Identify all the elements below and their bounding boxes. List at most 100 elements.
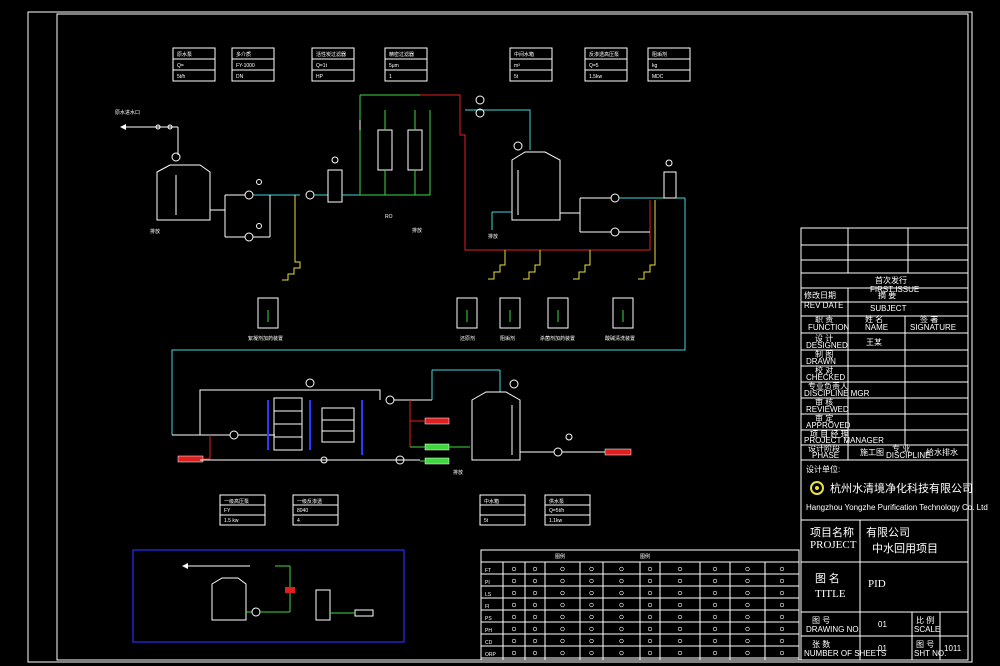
legend-symbol-icon: [712, 638, 718, 644]
legend-symbol-icon: [532, 602, 538, 608]
legend-symbol-icon: [511, 638, 517, 644]
dosing-label-2: 还原剂: [460, 335, 475, 342]
discipline-value: 给水排水: [926, 447, 958, 457]
legend-symbol-icon: [560, 638, 565, 644]
legend-symbol-icon: [745, 602, 750, 608]
legend-symbol-icon: [677, 602, 683, 608]
equipment-label-table: 反渗透高压泵 Q=5 1.5kw: [584, 47, 628, 82]
equipment-title: 精密过滤器: [389, 51, 414, 58]
legend-symbol-icon: [779, 650, 785, 656]
legend-symbol-icon: [589, 650, 594, 656]
dosing-label-5: 酸碱清洗装置: [605, 335, 635, 342]
drain-label-4: 排放: [453, 469, 463, 476]
top-process-section: 原水进水口 排放 RO 排放 排放 絮凝剂加药装置 还原剂 阻垢剂 杀菌剂加药装…: [115, 94, 686, 415]
pump-icon: [244, 190, 254, 200]
legend-symbol-icon: [677, 578, 683, 584]
legend-symbol-icon: [779, 566, 785, 572]
legend-symbol-icon: [511, 650, 517, 656]
product-water-tank: 排放: [453, 379, 521, 476]
equipment-title: 活性炭过滤器: [316, 51, 346, 58]
legend-symbol-icon: [779, 590, 785, 596]
legend-symbol-icon: [619, 566, 624, 572]
title-label-cn: 图 名: [815, 571, 840, 585]
equipment-title: 一级反渗透: [297, 498, 322, 505]
legend-symbol-icon: [677, 566, 683, 572]
approved-en: APPROVED: [806, 421, 851, 430]
equipment-title: 多介质: [236, 51, 251, 58]
sheets-cn: 张 数: [812, 639, 830, 649]
legend-symbol-icon: [532, 614, 538, 620]
legend-code: LS: [485, 592, 492, 598]
pump-icon: [244, 232, 254, 242]
designed-en: DESIGNED: [806, 341, 848, 350]
equipment-label-table: 阻垢剂 kg MDC: [647, 47, 691, 82]
design-unit-label: 设计单位:: [806, 464, 840, 474]
legend-symbol-icon: [712, 650, 718, 656]
legend-symbol-icon: [511, 602, 517, 608]
dosing-label-3: 阻垢剂: [500, 335, 515, 342]
legend-symbol-icon: [619, 626, 624, 632]
ro-membrane-section: 排放: [171, 369, 632, 476]
legend-symbol-icon: [677, 638, 683, 644]
equipment-value: 1.1kw: [549, 518, 562, 524]
pid-drawing-canvas: 原水泵Q=5t/h多介质FY-1000DN活性炭过滤器Q=1tHP精密过滤器5μ…: [27, 11, 988, 663]
raw-water-pumps: [210, 179, 300, 242]
legend-symbol-icon: [589, 566, 594, 572]
legend-symbol-icon: [560, 626, 565, 632]
subject-en: SUBJECT: [870, 304, 907, 313]
subject-cn: 摘 要: [878, 290, 896, 300]
legend-symbol-icon: [589, 614, 594, 620]
equipment-label-table: 中水箱 5t: [479, 494, 526, 526]
legend-symbol-icon: [589, 638, 594, 644]
equipment-label-table: 原水泵 Q= 5t/h: [172, 47, 216, 82]
legend-code: PS: [485, 616, 492, 622]
project-label-en: PROJECT: [810, 539, 857, 551]
dosing-label-1: 絮凝剂加药装置: [248, 335, 283, 342]
legend-code: FT: [485, 568, 491, 574]
equipment-value: 1: [389, 74, 392, 80]
legend-symbol-icon: [619, 578, 624, 584]
equipment-value: 5t/h: [177, 74, 186, 80]
project-label-cn: 项目名称: [810, 525, 854, 539]
legend-symbol-icon: [745, 626, 750, 632]
scale-en: SCALE: [914, 625, 940, 634]
legend-symbol-icon: [712, 578, 718, 584]
equipment-spec: Q=: [177, 63, 184, 69]
legend-symbol-icon: [745, 590, 750, 596]
equipment-label-table: 精密过滤器 5μm 1: [384, 47, 428, 82]
drawing-no-cn: 图 号: [812, 616, 830, 625]
legend-symbol-icon: [532, 626, 538, 632]
detail-box: [132, 549, 405, 643]
top-equipment-labels: 原水泵 Q= 5t/h 多介质 FY-1000 DN 活性炭过滤器 Q=1t HP 精密过滤器 5μ…: [172, 47, 691, 82]
legend-symbol-icon: [532, 638, 538, 644]
discipline-mgr-en: DISCIPLINE MGR: [804, 389, 870, 398]
legend-symbol-icon: [647, 590, 653, 596]
drain-label-3: 排放: [488, 233, 498, 240]
equipment-value: HP: [316, 74, 324, 80]
legend-symbol-icon: [511, 626, 517, 632]
function-en: FUNCTION: [808, 323, 850, 332]
legend-symbol-icon: [532, 566, 538, 572]
equipment-title: 供水泵: [549, 498, 564, 505]
equipment-label-table: 供水泵 Q=5t/h 1.1kw: [544, 494, 591, 526]
legend-symbol-icon: [511, 590, 517, 596]
dosing-tanks: [257, 297, 634, 329]
legend-symbol-icon: [677, 614, 683, 620]
equipment-title: 中水箱: [484, 498, 499, 505]
legend-symbol-icon: [647, 650, 653, 656]
equipment-spec: Q=5: [589, 63, 599, 69]
equipment-label-table: 活性炭过滤器 Q=1t HP: [311, 47, 355, 82]
legend-symbol-icon: [647, 614, 653, 620]
legend-symbol-icon: [779, 602, 785, 608]
equipment-spec: FY-1000: [236, 63, 255, 69]
revision-en: REV DATE: [804, 301, 843, 310]
sheets-value: 01: [878, 644, 887, 653]
equipment-title: 中间水箱: [514, 51, 534, 58]
legend-symbol-icon: [647, 626, 653, 632]
equipment-label-table: 一级高压泵 FY 1.5 kw: [219, 494, 266, 526]
equipment-value: 1.5kw: [589, 74, 602, 80]
legend-symbol-icon: [745, 566, 750, 572]
sheet-en: SHT NO.: [914, 649, 946, 658]
drawing-no-en: DRAWING NO.: [806, 625, 861, 634]
ro-out-label: RO: [385, 214, 393, 220]
